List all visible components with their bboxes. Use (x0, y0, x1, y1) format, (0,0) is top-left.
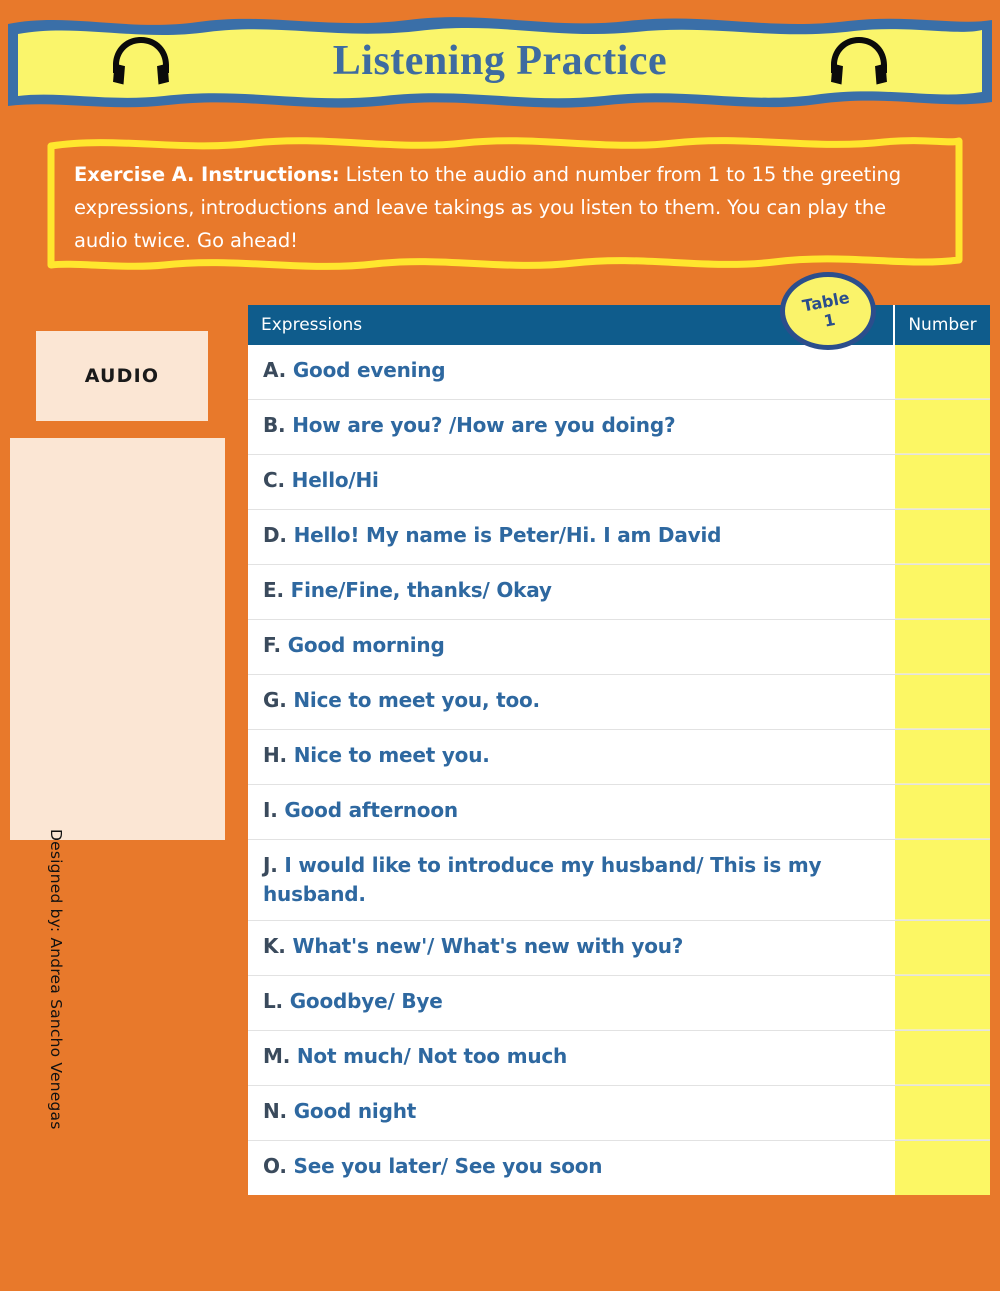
expression-letter: C. (263, 468, 285, 492)
table-row: A. Good evening (248, 345, 990, 400)
expressions-table: Expressions Number A. Good evening B. How… (248, 305, 990, 1195)
expression-cell: N. Good night (248, 1086, 893, 1140)
expression-text: Good afternoon (284, 798, 458, 822)
expression-letter: F. (263, 633, 281, 657)
table-row: B. How are you? /How are you doing? (248, 400, 990, 455)
expression-cell: J. I would like to introduce my husband/… (248, 840, 893, 920)
designer-credit: Designed by: Andrea Sancho Venegas (47, 829, 65, 1130)
expression-text: Not much/ Not too much (296, 1044, 568, 1068)
audio-label-box: AUDIO (36, 331, 208, 421)
number-answer-cell[interactable] (895, 1086, 990, 1140)
expression-cell: E. Fine/Fine, thanks/ Okay (248, 565, 893, 619)
expression-letter: N. (263, 1099, 287, 1123)
header-banner: Listening Practice (8, 10, 992, 112)
table-row: E. Fine/Fine, thanks/ Okay (248, 565, 990, 620)
number-answer-cell[interactable] (895, 455, 990, 509)
expression-letter: E. (263, 578, 284, 602)
table-row: M. Not much/ Not too much (248, 1031, 990, 1086)
number-answer-cell[interactable] (895, 976, 990, 1030)
table-row: L. Goodbye/ Bye (248, 976, 990, 1031)
number-answer-cell[interactable] (895, 1141, 990, 1195)
expression-letter: D. (263, 523, 287, 547)
table-row: O. See you later/ See you soon (248, 1141, 990, 1195)
number-answer-cell[interactable] (895, 510, 990, 564)
expression-cell: A. Good evening (248, 345, 893, 399)
expression-letter: J. (263, 853, 278, 877)
number-answer-cell[interactable] (895, 785, 990, 839)
column-header-number: Number (908, 315, 977, 335)
expression-cell: G. Nice to meet you, too. (248, 675, 893, 729)
expression-cell: M. Not much/ Not too much (248, 1031, 893, 1085)
instructions-text: Exercise A. Instructions: Listen to the … (74, 158, 936, 257)
banner-content: Listening Practice (8, 10, 992, 112)
table-body: A. Good evening B. How are you? /How are … (248, 345, 990, 1195)
table-row: K. What's new'/ What's new with you? (248, 921, 990, 976)
expression-text: Fine/Fine, thanks/ Okay (290, 578, 552, 602)
page-title: Listening Practice (332, 38, 668, 84)
expression-letter: K. (263, 934, 286, 958)
headphones-icon (113, 37, 169, 85)
expression-letter: B. (263, 413, 286, 437)
number-answer-cell[interactable] (895, 921, 990, 975)
expression-cell: K. What's new'/ What's new with you? (248, 921, 893, 975)
expression-text: Hello! My name is Peter/Hi. I am David (293, 523, 722, 547)
expression-cell: H. Nice to meet you. (248, 730, 893, 784)
table-row: I. Good afternoon (248, 785, 990, 840)
number-answer-cell[interactable] (895, 565, 990, 619)
expression-text: What's new'/ What's new with you? (292, 934, 684, 958)
expression-letter: A. (263, 358, 287, 382)
expression-letter: M. (263, 1044, 291, 1068)
expression-cell: C. Hello/Hi (248, 455, 893, 509)
expression-letter: I. (263, 798, 278, 822)
expression-text: See you later/ See you soon (293, 1154, 603, 1178)
number-answer-cell[interactable] (895, 620, 990, 674)
number-answer-cell[interactable] (895, 675, 990, 729)
expression-letter: G. (263, 688, 287, 712)
expression-letter: L. (263, 989, 283, 1013)
number-answer-cell[interactable] (895, 1031, 990, 1085)
table-header-row: Expressions Number (248, 305, 990, 345)
number-answer-cell[interactable] (895, 345, 990, 399)
table-row: H. Nice to meet you. (248, 730, 990, 785)
number-answer-cell[interactable] (895, 840, 990, 920)
number-answer-cell[interactable] (895, 730, 990, 784)
table-row: G. Nice to meet you, too. (248, 675, 990, 730)
expression-text: Goodbye/ Bye (289, 989, 443, 1013)
table-row: N. Good night (248, 1086, 990, 1141)
table-row: D. Hello! My name is Peter/Hi. I am Davi… (248, 510, 990, 565)
table-number-badge: Table 1 (780, 272, 876, 350)
expression-cell: O. See you later/ See you soon (248, 1141, 893, 1195)
expression-text: I would like to introduce my husband/ Th… (263, 853, 822, 906)
expression-text: Good evening (292, 358, 446, 382)
expression-cell: F. Good morning (248, 620, 893, 674)
expression-letter: H. (263, 743, 287, 767)
expression-text: Good night (293, 1099, 417, 1123)
expression-text: Nice to meet you, too. (293, 688, 540, 712)
expression-text: Hello/Hi (291, 468, 379, 492)
instructions-lead: Exercise A. Instructions: (74, 163, 340, 186)
table-badge-inner: Table 1 (801, 288, 855, 334)
expression-cell: I. Good afternoon (248, 785, 893, 839)
expression-text: Nice to meet you. (293, 743, 490, 767)
expression-text: How are you? /How are you doing? (292, 413, 676, 437)
number-answer-cell[interactable] (895, 400, 990, 454)
headphones-icon (831, 37, 887, 85)
expression-cell: B. How are you? /How are you doing? (248, 400, 893, 454)
expression-text: Good morning (287, 633, 445, 657)
table-row: C. Hello/Hi (248, 455, 990, 510)
instructions-box: Exercise A. Instructions: Listen to the … (44, 132, 966, 270)
audio-player-placeholder[interactable] (10, 438, 225, 840)
audio-label: AUDIO (84, 365, 160, 387)
expression-cell: L. Goodbye/ Bye (248, 976, 893, 1030)
table-row: J. I would like to introduce my husband/… (248, 840, 990, 921)
expression-letter: O. (263, 1154, 287, 1178)
table-row: F. Good morning (248, 620, 990, 675)
expression-cell: D. Hello! My name is Peter/Hi. I am Davi… (248, 510, 893, 564)
